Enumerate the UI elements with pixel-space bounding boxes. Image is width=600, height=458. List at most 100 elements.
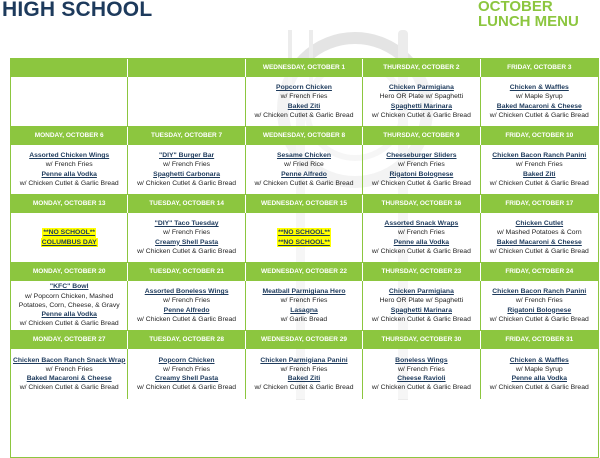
day-header: TUESDAY, OCTOBER 7 <box>128 127 246 145</box>
menu-item: Assorted Chicken Wings <box>29 152 110 160</box>
day-header: FRIDAY, OCTOBER 24 <box>480 263 598 281</box>
menu-item: Spaghetti Carbonara <box>153 170 221 178</box>
menu-item-detail: w/ Chicken Cutlet & Garlic Bread <box>254 111 354 119</box>
day-menu-cell: Chicken Parmigiana Hero OR Plate w/ Spagh… <box>363 77 481 127</box>
menu-title-label: LUNCH MENU <box>478 13 579 30</box>
day-header: FRIDAY, OCTOBER 3 <box>480 59 598 77</box>
day-header: WEDNESDAY, OCTOBER 1 <box>245 59 364 77</box>
menu-item: Chicken Parmigiana Panini <box>260 356 348 364</box>
menu-item-detail: w/ Chicken Cutlet & Garlic Bread <box>371 384 471 392</box>
menu-item-detail: w/ Chicken Cutlet & Garlic Bread <box>254 384 354 392</box>
menu-item: Baked Macaroni & Cheese <box>496 102 582 110</box>
menu-item-detail: w/ Fried Rice <box>284 161 324 169</box>
day-menu-cell: Chicken Bacon Ranch Snack Wrap w/ French … <box>11 349 129 399</box>
school-title: HIGH SCHOOL <box>2 0 153 21</box>
day-header: WEDNESDAY, OCTOBER 8 <box>245 127 364 145</box>
day-menu-cell: Chicken & Waffles w/ Maple Syrup Baked Mac… <box>480 77 598 127</box>
day-header: WEDNESDAY, OCTOBER 15 <box>245 195 364 213</box>
day-header: FRIDAY, OCTOBER 10 <box>480 127 598 145</box>
menu-item-detail: w/ Mashed Potatoes & Corn <box>496 229 582 237</box>
menu-item-detail: w/ Chicken Cutlet & Garlic Bread <box>137 247 237 255</box>
menu-item: "KFC" Bowl <box>49 283 89 291</box>
day-menu-cell: Chicken Bacon Ranch Panini w/ French Frie… <box>480 145 598 195</box>
menu-item: Rigatoni Bolognese <box>389 170 454 178</box>
day-menu-cell: Cheeseburger Sliders w/ French Fries Rigat… <box>363 145 481 195</box>
day-menu-cell: "DIY" Taco Tuesday w/ French Fries Creamy … <box>128 213 246 263</box>
menu-item-detail: Hero OR Plate w/ Spaghetti <box>379 93 464 101</box>
day-header <box>128 59 246 77</box>
day-menu-cell: Popcorn Chicken w/ French Fries Creamy She… <box>128 349 246 399</box>
day-menu-cell: Assorted Snack Wraps w/ French Fries Penne… <box>363 213 481 263</box>
menu-item: Chicken Bacon Ranch Panini <box>492 152 587 160</box>
menu-item-detail: w/ Chicken Cutlet & Garlic Bread <box>489 111 589 119</box>
menu-title-month: OCTOBER <box>478 0 553 15</box>
menu-item: Penne alla Vodka <box>511 375 567 382</box>
day-menu-cell: Chicken Parmigiana Hero OR Plate w/ Spagh… <box>363 281 481 331</box>
menu-item: "DIY" Taco Tuesday <box>154 220 219 228</box>
day-menu-cell: "KFC" Bowl w/ Popcorn Chicken, Mashed Pota… <box>11 281 129 331</box>
menu-item-detail: w/ French Fries <box>280 365 328 373</box>
no-school-notice: **NO SCHOOL** <box>42 228 97 238</box>
menu-item: "DIY" Burger Bar <box>159 152 215 160</box>
day-menu-cell: Assorted Boneless Wings w/ French Fries Pe… <box>128 281 246 331</box>
menu-item-detail: w/ Chicken Cutlet & Garlic Bread <box>371 179 471 187</box>
menu-item-detail: w/ French Fries <box>163 229 211 237</box>
day-header <box>11 59 129 77</box>
menu-item-detail: w/ French Fries <box>163 161 211 169</box>
menu-item-detail: w/ Chicken Cutlet & Garlic Bread <box>371 315 471 323</box>
menu-item-detail: w/ Chicken Cutlet & Garlic Bread <box>137 384 237 392</box>
menu-item: Assorted Snack Wraps <box>384 220 459 228</box>
menu-item-detail: w/ Garlic Bread <box>280 315 328 323</box>
menu-item: Spaghetti Marinara <box>390 102 452 110</box>
menu-item-detail: w/ French Fries <box>397 365 445 373</box>
menu-item-detail: w/ French Fries <box>280 93 328 101</box>
day-menu-cell: Popcorn Chicken w/ French Fries Baked Ziti… <box>245 77 364 127</box>
menu-item: Penne Alfredo <box>163 306 210 314</box>
menu-item-detail: Hero OR Plate w/ Spaghetti <box>379 297 464 305</box>
day-header: FRIDAY, OCTOBER 31 <box>480 331 598 349</box>
day-header: MONDAY, OCTOBER 6 <box>11 127 129 145</box>
day-menu-cell <box>128 77 246 127</box>
menu-item: Cheeseburger Sliders <box>386 152 457 160</box>
menu-item: Baked Ziti <box>523 170 556 178</box>
day-header: MONDAY, OCTOBER 27 <box>11 331 129 349</box>
menu-item: Chicken Parmigiana <box>388 84 454 92</box>
menu-item: Chicken Parmigiana <box>388 288 454 296</box>
menu-item: Chicken Cutlet <box>515 220 564 228</box>
menu-item-detail: w/ Chicken Cutlet & Garlic Bread <box>19 384 119 392</box>
day-header: WEDNESDAY, OCTOBER 22 <box>245 263 364 281</box>
day-menu-cell: Chicken Parmigiana Panini w/ French Fries… <box>245 349 364 399</box>
day-header: MONDAY, OCTOBER 20 <box>11 263 129 281</box>
lunch-menu-calendar: WEDNESDAY, OCTOBER 1 THURSDAY, OCTOBER 2F… <box>10 58 599 458</box>
menu-item-detail: w/ Maple Syrup <box>515 93 563 101</box>
menu-item-detail: w/ Chicken Cutlet & Garlic Bread <box>489 315 589 323</box>
menu-item-detail: Potatoes, Corn, Cheese, & Gravy <box>18 301 120 309</box>
menu-item-detail: w/ Popcorn Chicken, Mashed <box>24 292 114 300</box>
menu-item: Penne alla Vodka <box>41 170 97 178</box>
menu-item: Penne alla Vodka <box>41 311 97 319</box>
menu-item: Creamy Shell Pasta <box>155 238 219 246</box>
day-header: THURSDAY, OCTOBER 30 <box>363 331 481 349</box>
day-menu-cell: Chicken Cutlet w/ Mashed Potatoes & Corn B… <box>480 213 598 263</box>
menu-item: Penne Alfredo <box>281 170 327 178</box>
day-header: TUESDAY, OCTOBER 14 <box>128 195 246 213</box>
day-header: FRIDAY, OCTOBER 17 <box>480 195 598 213</box>
menu-item-detail: w/ French Fries <box>397 229 445 237</box>
menu-item-detail: w/ French Fries <box>45 161 93 169</box>
day-menu-cell: Assorted Chicken Wings w/ French Fries Pen… <box>11 145 129 195</box>
day-header: TUESDAY, OCTOBER 28 <box>128 331 246 349</box>
day-menu-cell: Boneless Wings w/ French Fries Cheese Ravi… <box>363 349 481 399</box>
menu-item: Chicken Bacon Ranch Panini <box>492 288 587 296</box>
menu-item-detail: w/ French Fries <box>515 297 563 305</box>
day-header: TUESDAY, OCTOBER 21 <box>128 263 246 281</box>
menu-item: Boneless Wings <box>395 356 448 364</box>
day-header: THURSDAY, OCTOBER 23 <box>363 263 481 281</box>
menu-item: Chicken & Waffles <box>509 356 569 364</box>
menu-item: Baked Ziti <box>287 102 321 110</box>
menu-item-detail: w/ Chicken Cutlet & Garlic Bread <box>489 247 589 255</box>
day-menu-cell: **NO SCHOOL** **NO SCHOOL** <box>245 213 364 263</box>
menu-title: OCTOBER LUNCH MENU <box>478 0 598 29</box>
menu-item-detail: w/ Chicken Cutlet & Garlic Bread <box>371 111 471 119</box>
menu-item: Chicken & Waffles <box>509 84 569 92</box>
menu-item-detail: w/ French Fries <box>163 365 211 373</box>
